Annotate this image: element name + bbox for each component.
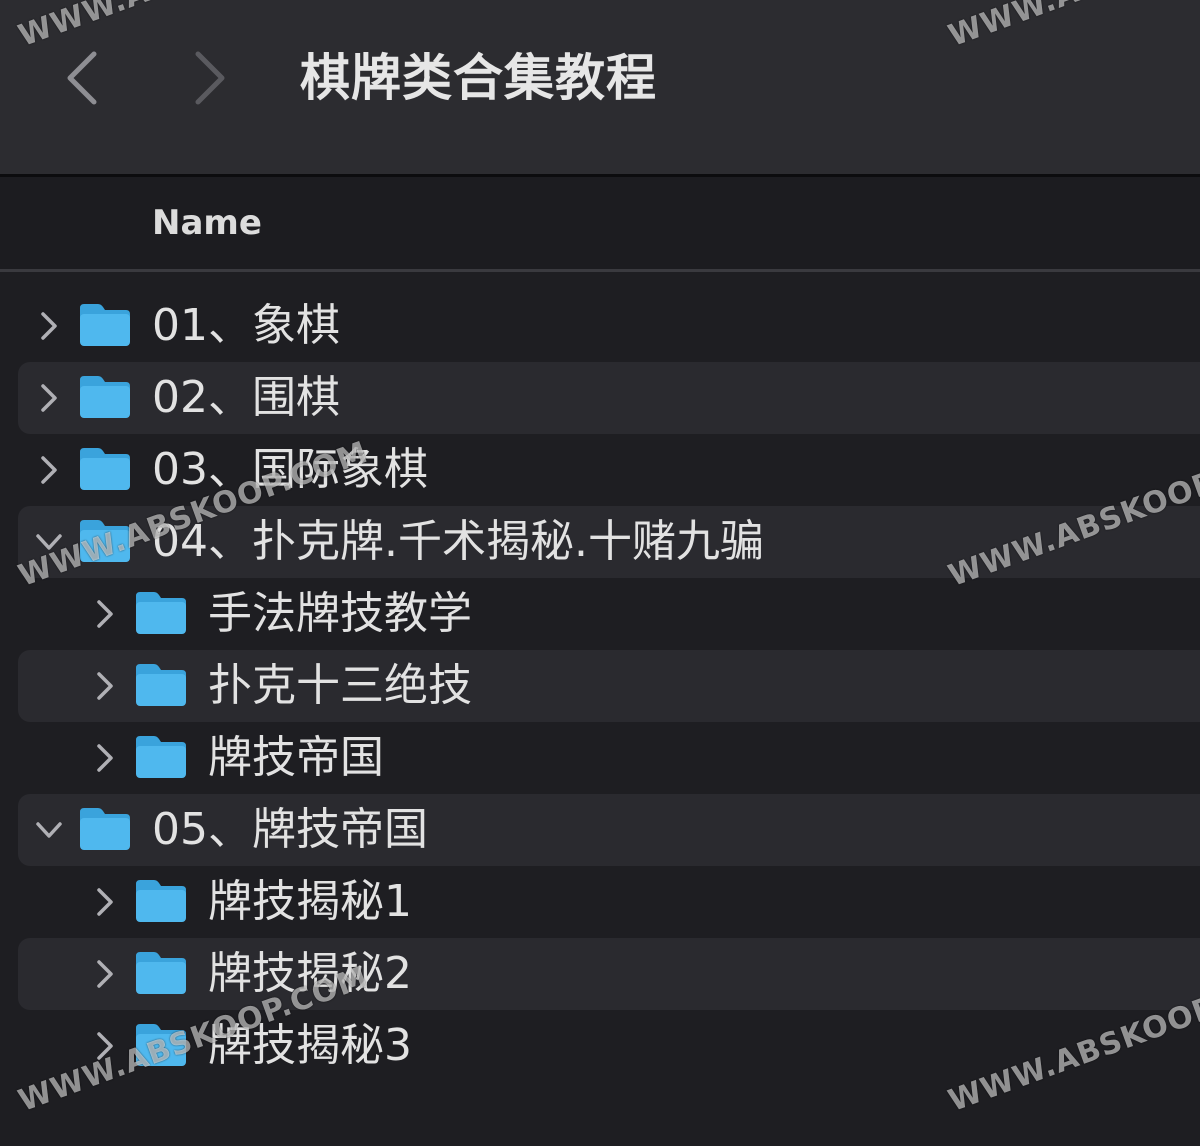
column-header: Name — [0, 177, 1200, 269]
folder-icon — [78, 806, 132, 852]
folder-icon-shape — [136, 664, 186, 706]
folder-icon-shape — [136, 592, 186, 634]
folder-icon-shape — [136, 880, 186, 922]
chevron-right-icon — [41, 456, 57, 484]
disclosure-expanded-toggle[interactable] — [34, 524, 64, 560]
folder-icon-shape — [136, 736, 186, 778]
folder-icon — [134, 1022, 188, 1068]
list-item[interactable]: 牌技揭秘3 — [18, 1010, 1200, 1082]
folder-icon-shape — [136, 952, 186, 994]
folder-name: 牌技揭秘2 — [208, 948, 412, 999]
folder-icon — [78, 518, 132, 564]
chevron-right-icon — [97, 1032, 113, 1060]
disclosure-collapsed-toggle[interactable] — [34, 308, 64, 344]
list-item[interactable]: 01、象棋 — [18, 290, 1200, 362]
chevron-down-icon — [36, 534, 62, 550]
folder-icon-shape — [80, 376, 130, 418]
folder-icon-shape — [136, 1024, 186, 1066]
folder-icon — [134, 878, 188, 924]
folder-name: 牌技揭秘1 — [208, 876, 412, 927]
chevron-right-icon — [195, 51, 225, 105]
folder-icon-shape — [80, 304, 130, 346]
folder-icon — [134, 662, 188, 708]
disclosure-collapsed-toggle[interactable] — [90, 668, 120, 704]
folder-icon — [134, 734, 188, 780]
list-item[interactable]: 02、围棋 — [18, 362, 1200, 434]
disclosure-collapsed-toggle[interactable] — [90, 596, 120, 632]
chevron-right-icon — [97, 600, 113, 628]
list-item[interactable]: 03、国际象棋 — [18, 434, 1200, 506]
disclosure-collapsed-toggle[interactable] — [90, 884, 120, 920]
folder-name: 03、国际象棋 — [152, 444, 428, 495]
list-item[interactable]: 牌技揭秘2 — [18, 938, 1200, 1010]
folder-name: 05、牌技帝国 — [152, 804, 428, 855]
folder-icon — [134, 590, 188, 636]
chevron-right-icon — [97, 744, 113, 772]
folder-name: 扑克十三绝技 — [208, 660, 472, 711]
window-title: 棋牌类合集教程 — [300, 49, 657, 107]
folder-name: 02、围棋 — [152, 372, 340, 423]
disclosure-expanded-toggle[interactable] — [34, 812, 64, 848]
disclosure-collapsed-toggle[interactable] — [34, 380, 64, 416]
disclosure-collapsed-toggle[interactable] — [90, 956, 120, 992]
folder-name: 牌技帝国 — [208, 732, 384, 783]
chevron-right-icon — [41, 384, 57, 412]
folder-icon — [134, 950, 188, 996]
folder-icon-shape — [80, 520, 130, 562]
back-button[interactable] — [58, 48, 106, 108]
folder-icon-shape — [80, 448, 130, 490]
finder-window: 棋牌类合集教程 Name 01、象棋 02、围棋 03、国际象棋 04、扑克牌.千术揭… — [0, 0, 1200, 1146]
folder-icon-shape — [80, 808, 130, 850]
folder-icon — [78, 374, 132, 420]
chevron-left-icon — [67, 51, 97, 105]
list-item[interactable]: 牌技揭秘1 — [18, 866, 1200, 938]
disclosure-collapsed-toggle[interactable] — [90, 1028, 120, 1064]
forward-button[interactable] — [186, 48, 234, 108]
folder-name: 01、象棋 — [152, 300, 340, 351]
list-item[interactable]: 05、牌技帝国 — [18, 794, 1200, 866]
file-list: 01、象棋 02、围棋 03、国际象棋 04、扑克牌.千术揭秘.十赌九骗手法牌技教学扑… — [0, 272, 1200, 1146]
folder-name: 04、扑克牌.千术揭秘.十赌九骗 — [152, 516, 764, 567]
folder-icon — [78, 302, 132, 348]
chevron-right-icon — [41, 312, 57, 340]
list-item[interactable]: 手法牌技教学 — [18, 578, 1200, 650]
disclosure-collapsed-toggle[interactable] — [90, 740, 120, 776]
disclosure-collapsed-toggle[interactable] — [34, 452, 64, 488]
list-item[interactable]: 04、扑克牌.千术揭秘.十赌九骗 — [18, 506, 1200, 578]
chevron-down-icon — [36, 822, 62, 838]
folder-name: 牌技揭秘3 — [208, 1020, 412, 1071]
list-item[interactable]: 牌技帝国 — [18, 722, 1200, 794]
chevron-right-icon — [97, 672, 113, 700]
toolbar: 棋牌类合集教程 — [0, 0, 1200, 174]
chevron-right-icon — [97, 960, 113, 988]
list-item[interactable]: 扑克十三绝技 — [18, 650, 1200, 722]
folder-name: 手法牌技教学 — [208, 588, 472, 639]
folder-icon — [78, 446, 132, 492]
chevron-right-icon — [97, 888, 113, 916]
name-column-header[interactable]: Name — [152, 201, 262, 245]
